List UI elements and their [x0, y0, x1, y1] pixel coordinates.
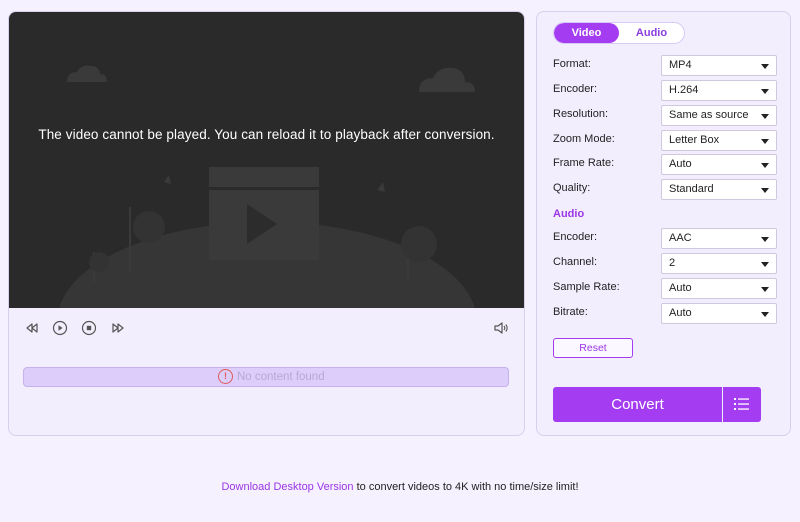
- conversion-status-bar: ! No content found: [23, 367, 509, 387]
- video-placeholder-illustration: [59, 65, 475, 308]
- audio-encoder-select[interactable]: AAC: [661, 228, 777, 249]
- volume-button[interactable]: [492, 319, 510, 337]
- convert-button[interactable]: Convert: [553, 387, 722, 422]
- list-icon: [734, 398, 749, 410]
- quality-row: Quality: Standard: [553, 179, 777, 200]
- chevron-down-icon: [761, 188, 769, 193]
- channel-select[interactable]: 2: [661, 253, 777, 274]
- sample-rate-select[interactable]: Auto: [661, 278, 777, 299]
- warning-icon: !: [218, 369, 233, 384]
- footer-promo: Download Desktop Version to convert vide…: [0, 481, 800, 493]
- chevron-down-icon: [761, 64, 769, 69]
- chevron-down-icon: [761, 139, 769, 144]
- video-encoder-select[interactable]: H.264: [661, 80, 777, 101]
- chevron-down-icon: [761, 287, 769, 292]
- video-encoder-row: Encoder: H.264: [553, 80, 777, 101]
- format-label: Format:: [553, 58, 591, 70]
- quality-select[interactable]: Standard: [661, 179, 777, 200]
- video-error-message: The video cannot be played. You can relo…: [38, 127, 495, 142]
- convert-options-button[interactable]: [723, 387, 761, 422]
- stop-button[interactable]: [80, 319, 98, 337]
- download-desktop-link[interactable]: Download Desktop Version: [221, 481, 353, 493]
- frame-rate-select[interactable]: Auto: [661, 154, 777, 175]
- tab-audio[interactable]: Audio: [619, 23, 684, 43]
- bitrate-select[interactable]: Auto: [661, 303, 777, 324]
- volume-icon: [494, 322, 508, 334]
- bitrate-row: Bitrate: Auto: [553, 303, 777, 324]
- channel-label: Channel:: [553, 256, 598, 268]
- player-panel: The video cannot be played. You can relo…: [8, 11, 525, 436]
- resolution-row: Resolution: Same as source: [553, 105, 777, 126]
- chevron-down-icon: [761, 262, 769, 267]
- resolution-select[interactable]: Same as source: [661, 105, 777, 126]
- frame-rate-row: Frame Rate: Auto: [553, 154, 777, 175]
- chevron-down-icon: [761, 237, 769, 242]
- chevron-down-icon: [761, 114, 769, 119]
- stop-icon: [81, 320, 97, 336]
- convert-button-group: Convert: [553, 387, 761, 422]
- reset-button[interactable]: Reset: [553, 338, 633, 358]
- rewind-icon: [26, 323, 38, 333]
- channel-row: Channel: 2: [553, 253, 777, 274]
- frame-rate-label: Frame Rate:: [553, 157, 615, 169]
- video-encoder-label: Encoder:: [553, 83, 598, 95]
- zoom-mode-select[interactable]: Letter Box: [661, 130, 777, 151]
- audio-encoder-row: Encoder: AAC: [553, 228, 777, 249]
- play-button[interactable]: [51, 319, 69, 337]
- audio-section-heading: Audio: [553, 208, 585, 220]
- fast-forward-button[interactable]: [109, 319, 127, 337]
- bitrate-label: Bitrate:: [553, 306, 588, 318]
- format-select[interactable]: MP4: [661, 55, 777, 76]
- resolution-label: Resolution:: [553, 108, 609, 120]
- play-icon: [52, 320, 68, 336]
- quality-label: Quality:: [553, 182, 591, 194]
- chevron-down-icon: [761, 163, 769, 168]
- fast-forward-icon: [112, 323, 124, 333]
- rewind-button[interactable]: [23, 319, 41, 337]
- tab-video[interactable]: Video: [554, 23, 619, 43]
- chevron-down-icon: [761, 312, 769, 317]
- format-row: Format: MP4: [553, 55, 777, 76]
- chevron-down-icon: [761, 89, 769, 94]
- video-player[interactable]: The video cannot be played. You can relo…: [9, 12, 524, 308]
- sample-rate-label: Sample Rate:: [553, 281, 620, 293]
- settings-panel: Video Audio Format: MP4 Encoder: H.264 R…: [536, 11, 791, 436]
- settings-tabs: Video Audio: [553, 22, 685, 44]
- zoom-mode-row: Zoom Mode: Letter Box: [553, 130, 777, 151]
- sample-rate-row: Sample Rate: Auto: [553, 278, 777, 299]
- footer-text: to convert videos to 4K with no time/siz…: [353, 481, 579, 493]
- zoom-mode-label: Zoom Mode:: [553, 133, 615, 145]
- no-content-text: No content found: [237, 370, 325, 383]
- audio-encoder-label: Encoder:: [553, 231, 598, 243]
